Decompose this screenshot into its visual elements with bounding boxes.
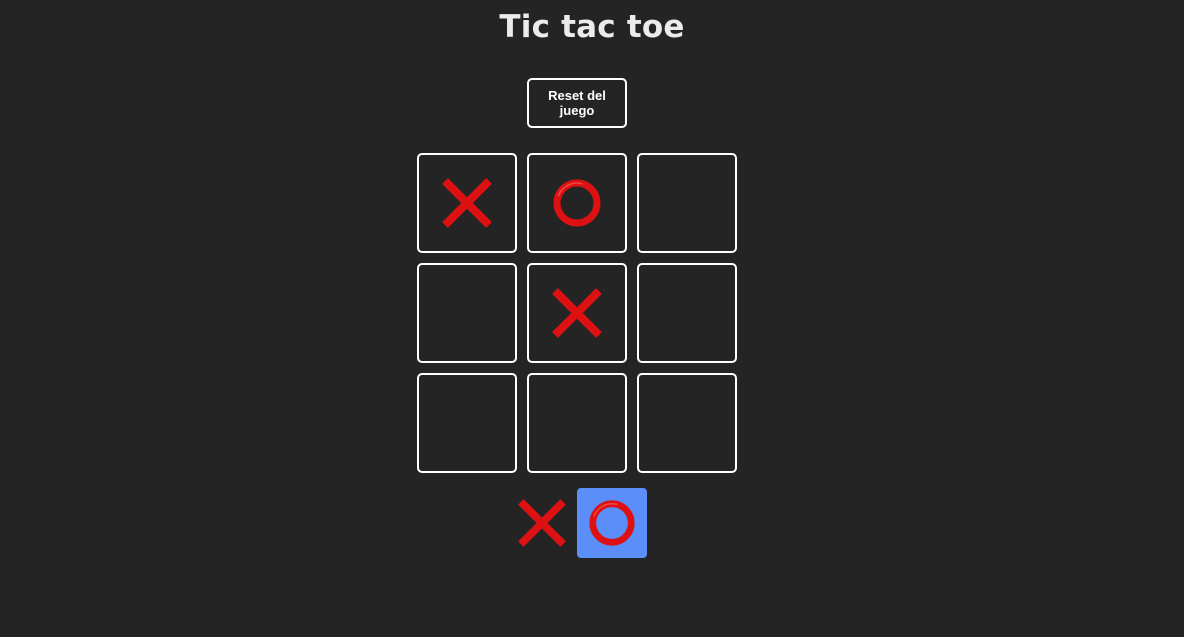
board-cell-3[interactable] [637, 153, 737, 253]
tic-tac-toe-app: Tic tac toe Reset del juego [0, 0, 1184, 637]
board-cell-2[interactable] [527, 153, 627, 253]
board-cell-4[interactable] [417, 263, 517, 363]
page-title: Tic tac toe [499, 9, 685, 45]
circle-mark-icon [553, 179, 601, 227]
board-cell-1[interactable] [417, 153, 517, 253]
board-cell-8[interactable] [527, 373, 627, 473]
reset-game-button[interactable]: Reset del juego [527, 78, 627, 128]
board-cell-7[interactable] [417, 373, 517, 473]
cross-mark-icon [552, 288, 602, 338]
board-cell-5[interactable] [527, 263, 627, 363]
cross-mark-icon [442, 178, 492, 228]
turn-indicator-o [577, 488, 647, 558]
board-cell-9[interactable] [637, 373, 737, 473]
cross-mark-icon [518, 499, 566, 547]
turn-indicator [507, 488, 647, 558]
game-board [417, 153, 737, 473]
board-cell-6[interactable] [637, 263, 737, 363]
turn-indicator-x [507, 488, 577, 558]
circle-mark-icon [589, 500, 635, 546]
